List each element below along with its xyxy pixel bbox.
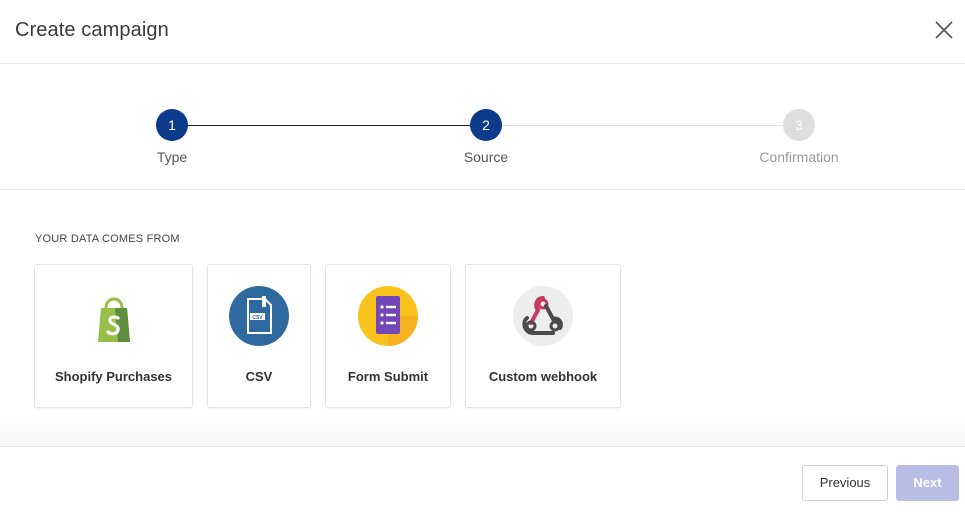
source-card-csv[interactable]: CSV CSV [207,264,311,408]
close-button[interactable] [932,18,956,42]
source-card-custom-webhook[interactable]: Custom webhook [465,264,621,408]
source-card-label: Shopify Purchases [54,369,173,384]
webhook-icon [513,286,573,346]
previous-button[interactable]: Previous [802,465,888,501]
step-label-source: Source [463,149,509,165]
source-card-form-submit[interactable]: Form Submit [325,264,451,408]
step-number-1: 1 [156,109,188,141]
modal-title: Create campaign [15,19,169,41]
source-card-label: Custom webhook [488,369,598,384]
close-icon[interactable] [932,18,956,42]
csv-icon: CSV [229,286,289,346]
source-card-shopify[interactable]: Shopify Purchases [34,264,193,408]
source-selection: YOUR DATA COMES FROM Shopify Purchases C… [0,190,965,446]
source-card-label: Form Submit [347,369,429,384]
step-source: 2 Source [426,109,546,165]
step-label-type: Type [156,149,188,165]
step-type: 1 Type [112,109,232,165]
svg-text:CSV: CSV [252,315,263,321]
step-label-confirmation: Confirmation [759,149,839,165]
next-button[interactable]: Next [896,465,959,501]
shopify-icon [97,297,130,342]
step-confirmation: 3 Confirmation [739,109,859,165]
google-forms-icon [358,286,418,346]
modal-footer: Previous Next [0,446,965,514]
section-label: YOUR DATA COMES FROM [35,233,180,245]
modal-header: Create campaign [0,0,965,64]
step-number-2: 2 [470,109,502,141]
stepper: 1 Type 2 Source 3 Confirmation [0,64,965,190]
source-card-label: CSV [245,369,273,384]
step-number-3: 3 [783,109,815,141]
